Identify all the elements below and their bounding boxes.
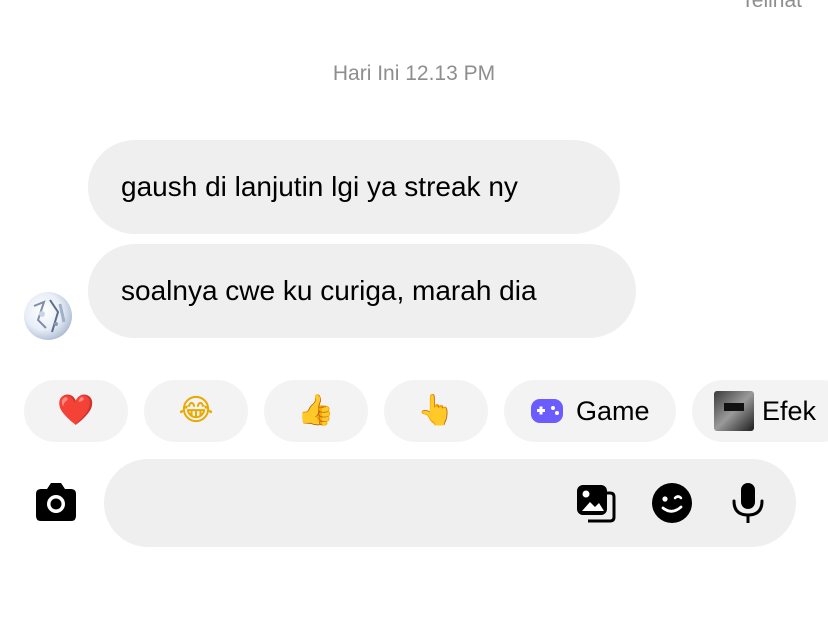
quick-reaction-laughing[interactable]: 😂 xyxy=(144,380,248,442)
quick-reaction-pointing-up[interactable]: 👆 xyxy=(384,380,488,442)
message-text: soalnya cwe ku curiga, marah dia xyxy=(121,275,537,306)
camera-icon xyxy=(36,483,76,521)
sticker-button[interactable] xyxy=(650,481,694,525)
quick-reaction-thumbs-up[interactable]: 👍 xyxy=(264,380,368,442)
gallery-icon xyxy=(577,485,616,523)
game-button-label: Game xyxy=(576,395,650,426)
voice-message-button[interactable] xyxy=(726,481,770,525)
quick-reaction-heart[interactable]: ❤️ xyxy=(24,380,128,442)
message-composer xyxy=(104,459,796,549)
thumbs-up-icon: 👍 xyxy=(297,393,335,428)
message-bubble[interactable]: soalnya cwe ku curiga, marah dia xyxy=(88,244,636,338)
sender-avatar[interactable] xyxy=(24,292,72,340)
message-bubble[interactable]: gaush di lanjutin lgi ya streak ny xyxy=(88,140,620,234)
game-controller-icon xyxy=(530,398,564,424)
effect-thumbnail-icon xyxy=(714,391,754,431)
effect-button[interactable]: Efek xyxy=(692,380,828,442)
message-input[interactable] xyxy=(132,459,566,549)
effect-button-label: Efek xyxy=(762,395,817,426)
pointing-up-icon: 👆 xyxy=(417,393,455,428)
microphone-icon xyxy=(732,483,764,523)
message-timestamp: Hari Ini 12.13 PM xyxy=(332,62,496,85)
laughing-tears-icon: 😂 xyxy=(178,393,214,428)
red-heart-icon: ❤️ xyxy=(57,393,95,428)
message-text: gaush di lanjutin lgi ya streak ny xyxy=(121,171,518,202)
camera-button[interactable] xyxy=(32,478,80,526)
gallery-button[interactable] xyxy=(574,481,618,525)
sticker-face-icon xyxy=(652,483,692,523)
game-button[interactable]: Game xyxy=(504,380,676,442)
reaction-row: ❤️ 😂 👍 👆 Game Efek xyxy=(0,380,828,442)
seen-status: Telihat xyxy=(741,0,802,12)
